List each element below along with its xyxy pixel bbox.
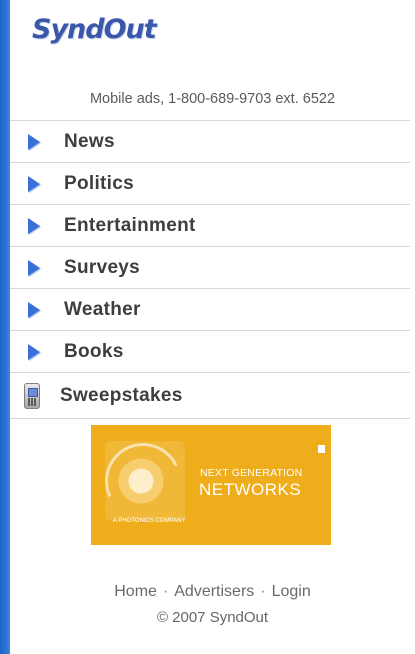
page: SyndOut Mobile ads, 1-800-689-9703 ext. … — [10, 0, 415, 654]
menu-item-label[interactable]: Books — [64, 341, 124, 363]
menu-item-politics[interactable]: Politics — [10, 162, 410, 204]
footer-links: Home · Advertisers · Login — [10, 583, 415, 601]
menu-item-sweepstakes[interactable]: Sweepstakes — [10, 372, 410, 419]
menu-item-label[interactable]: Entertainment — [64, 215, 196, 237]
menu-item-label[interactable]: Sweepstakes — [60, 385, 183, 407]
advertisers-link[interactable]: Advertisers — [174, 583, 254, 600]
arrow-icon — [28, 217, 40, 234]
arrow-icon — [28, 343, 40, 360]
banner-line1: NEXT GENERATION — [200, 467, 303, 479]
syndout-logo[interactable]: SyndOut — [32, 14, 157, 45]
arrow-icon — [28, 259, 40, 276]
main-menu: News Politics Entertainment Surveys Weat… — [10, 120, 410, 419]
separator: · — [162, 583, 169, 600]
menu-item-news[interactable]: News — [10, 120, 410, 162]
arrow-icon — [28, 175, 40, 192]
separator: · — [260, 583, 266, 600]
menu-item-label[interactable]: Surveys — [64, 257, 140, 279]
menu-item-label[interactable]: Politics — [64, 173, 134, 195]
menu-item-books[interactable]: Books — [10, 330, 410, 372]
login-link[interactable]: Login — [272, 583, 311, 600]
tagline: Mobile ads, 1-800-689-9703 ext. 6522 — [89, 91, 336, 107]
menu-item-label[interactable]: News — [64, 131, 115, 153]
banner-line2: NETWORKS — [199, 480, 302, 499]
ad-banner[interactable]: NEXT GENERATION NETWORKS A PHOTONICS COM… — [91, 425, 331, 545]
mobile-phone-icon — [24, 382, 40, 409]
menu-item-entertainment[interactable]: Entertainment — [10, 204, 410, 246]
copyright: © 2007 SyndOut — [156, 609, 269, 626]
arrow-icon — [28, 301, 40, 318]
banner-small-text: A PHOTONICS COMPANY — [113, 518, 186, 524]
home-link[interactable]: Home — [114, 583, 157, 600]
menu-item-surveys[interactable]: Surveys — [10, 246, 410, 288]
arrow-icon — [28, 133, 40, 150]
menu-item-weather[interactable]: Weather — [10, 288, 410, 330]
banner-corner-square — [318, 445, 325, 453]
menu-item-label[interactable]: Weather — [64, 299, 141, 321]
